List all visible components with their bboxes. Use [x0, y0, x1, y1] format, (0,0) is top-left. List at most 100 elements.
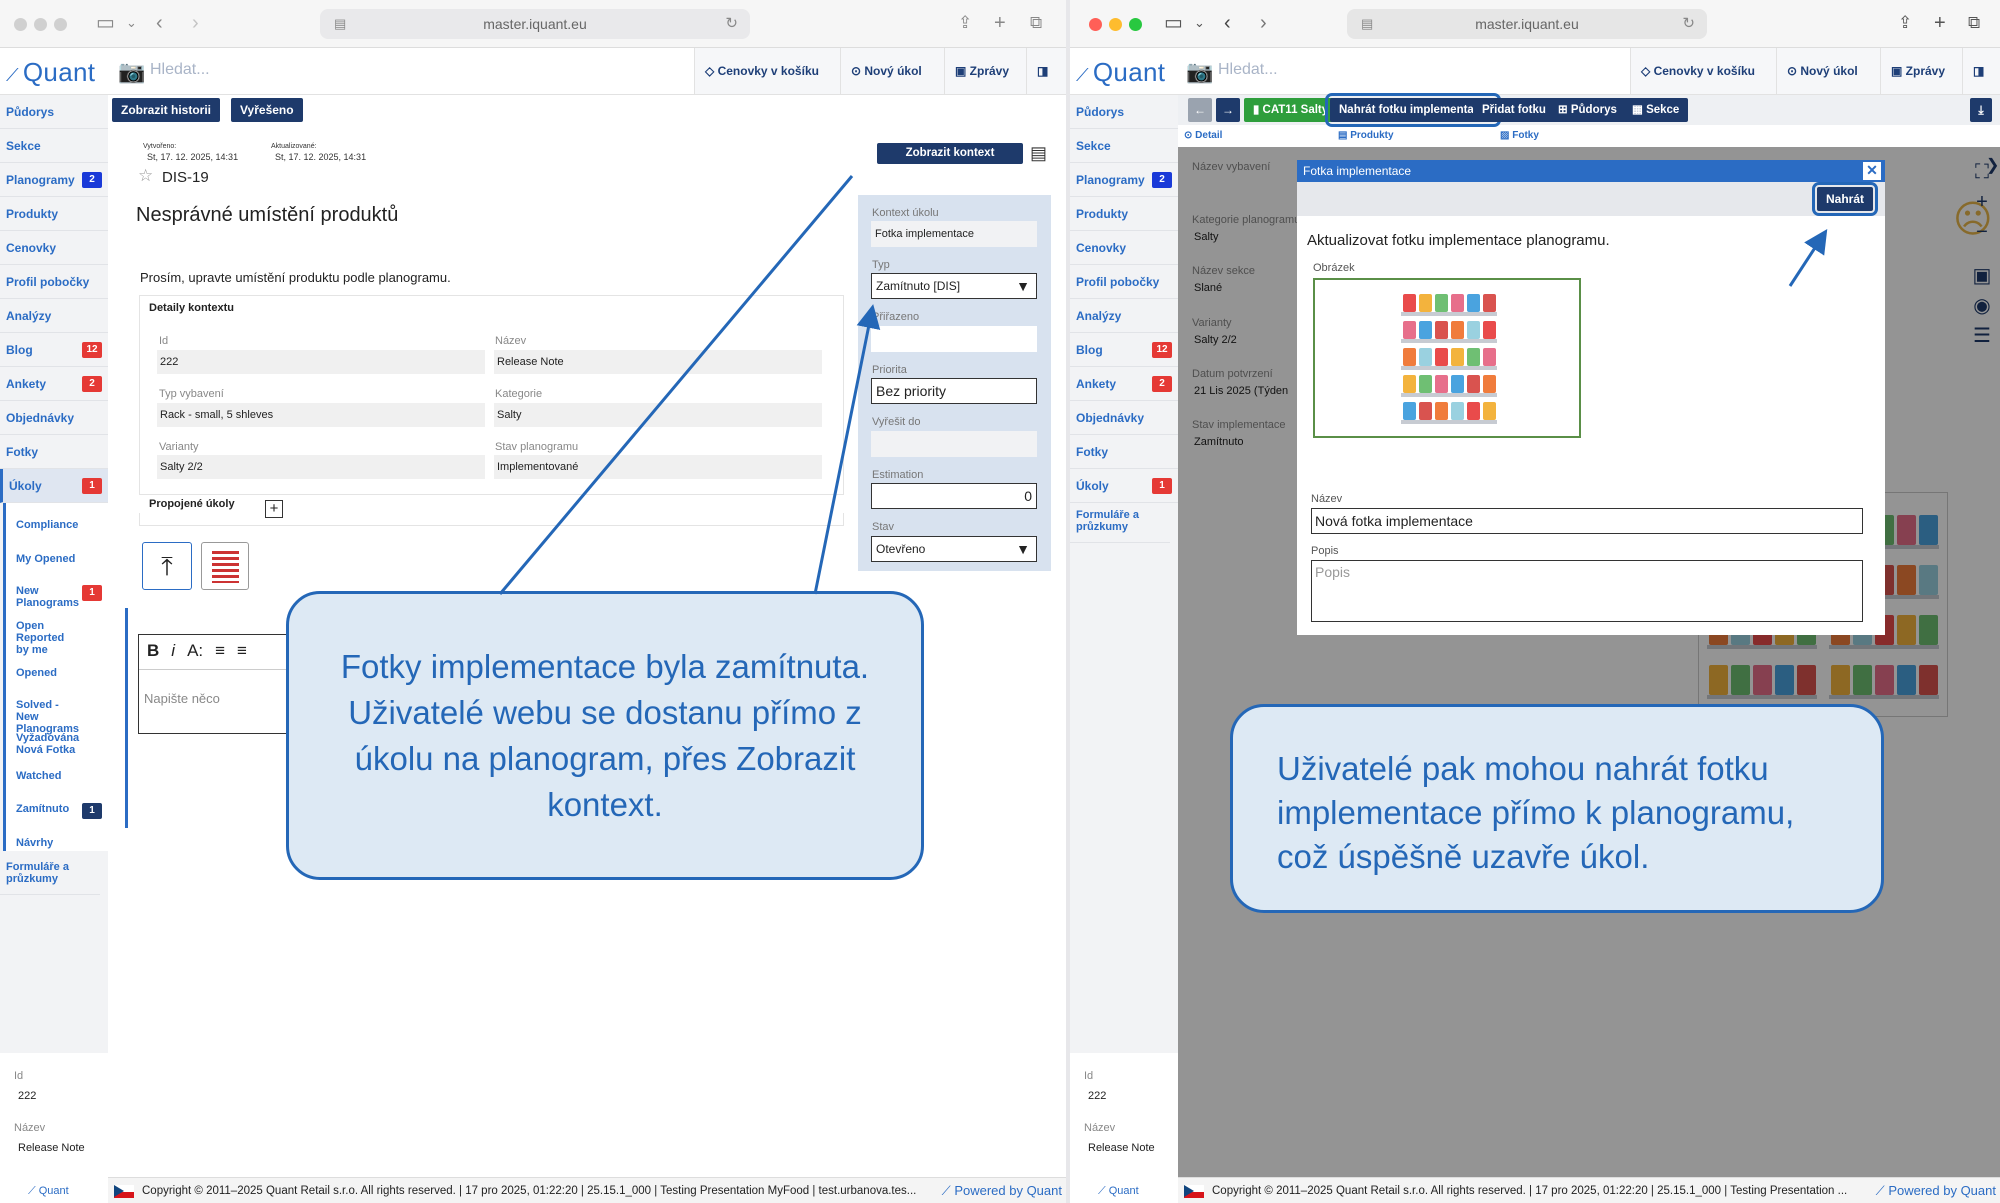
download-icon[interactable]: ⤓ [1970, 98, 1992, 122]
sidebar-item-10[interactable]: Fotky [0, 435, 108, 469]
editor-tool-3[interactable]: ≡ [215, 641, 225, 660]
sidebar-toggle-icon[interactable]: ▭ [96, 12, 115, 34]
submenu-item[interactable]: Návrhy [16, 837, 80, 849]
stav-select[interactable]: Otevřeno ▼ [871, 536, 1037, 562]
tab-produkty[interactable]: ▤ Produkty [1338, 130, 1394, 141]
star-icon[interactable]: ☆ [138, 166, 153, 186]
address-bar[interactable]: ▤ master.iquant.eu ↻ [320, 9, 750, 39]
sidebar-item-3[interactable]: Produkty [1070, 197, 1178, 231]
arrow-left-icon[interactable]: ← [1188, 98, 1212, 122]
forward-icon[interactable]: › [1260, 12, 1267, 34]
tabs-overview-icon[interactable]: ⧉ [1030, 12, 1042, 34]
comments-icon[interactable]: ▤ [1030, 143, 1047, 164]
novy-ukol-button[interactable]: ⊙ Nový úkol [1776, 48, 1880, 94]
new-tab-icon[interactable]: + [1934, 12, 1946, 34]
zpravy-button[interactable]: ▣ Zprávy [944, 48, 1026, 94]
page-settings-icon[interactable]: ▤ [1361, 9, 1373, 39]
sidebar-item-9[interactable]: Objednávky [1070, 401, 1178, 435]
sidebar-item-11[interactable]: Úkoly 1 [1070, 469, 1178, 503]
submenu-item[interactable]: Vyžadována Nová Fotka [16, 732, 80, 756]
sidebar-item-4[interactable]: Cenovky [0, 231, 108, 265]
arrow-right-icon[interactable]: → [1216, 98, 1240, 122]
novy-ukol-button[interactable]: ⊙ Nový úkol [840, 48, 944, 94]
powered-by-link[interactable]: ⟋ Powered by Quant [1871, 1178, 1996, 1203]
sidebar-item-11[interactable]: Úkoly 1 [0, 469, 108, 503]
sidebar-item-2[interactable]: Planogramy 2 [1070, 163, 1178, 197]
sidebar-item-5[interactable]: Profil pobočky [0, 265, 108, 299]
profile-icon[interactable]: ◨ [1962, 48, 2000, 94]
quant-logo[interactable]: ⟋ Quant [1076, 57, 1165, 88]
cenovky-button[interactable]: ◇ Cenovky v košíku [694, 48, 840, 94]
back-icon[interactable]: ‹ [1224, 12, 1231, 34]
typ-select[interactable]: Zamítnuto [DIS] ▼ [871, 273, 1037, 299]
editor-tool-1[interactable]: i [171, 641, 175, 660]
share-icon[interactable]: ⇪ [1898, 12, 1912, 34]
tabs-overview-icon[interactable]: ⧉ [1968, 12, 1980, 34]
upload-attachment-icon[interactable]: ⤒ [142, 542, 192, 590]
zpravy-button[interactable]: ▣ Zprávy [1880, 48, 1962, 94]
search-input[interactable]: Hledat... [1218, 61, 1278, 79]
powered-by-link[interactable]: ⟋ Powered by Quant [942, 1178, 1062, 1203]
description-input[interactable]: Popis [1311, 560, 1863, 622]
czech-flag-icon[interactable] [1184, 1185, 1204, 1198]
sidebar-item-3[interactable]: Produkty [0, 197, 108, 231]
address-bar[interactable]: ▤ master.iquant.eu ↻ [1347, 9, 1707, 39]
footer-logo[interactable]: ⟋ Quant [1098, 1185, 1139, 1198]
sidebar-item-forms[interactable]: Formuláře a průzkumy [1070, 503, 1170, 543]
share-icon[interactable]: ⇪ [958, 12, 972, 34]
close-window-dot[interactable] [1089, 18, 1102, 31]
sidebar-item-4[interactable]: Cenovky [1070, 231, 1178, 265]
pudorys-button[interactable]: ⊞ Půdorys [1549, 98, 1626, 122]
profile-icon[interactable]: ◨ [1026, 48, 1066, 94]
czech-flag-icon[interactable] [114, 1185, 134, 1198]
show-history-button[interactable]: Zobrazit historii [112, 98, 220, 122]
submenu-item[interactable]: Opened [16, 667, 80, 679]
chevron-down-icon[interactable]: ⌄ [1194, 12, 1205, 34]
editor-tool-4[interactable]: ≡ [237, 641, 247, 660]
cenovky-button[interactable]: ◇ Cenovky v košíku [1630, 48, 1776, 94]
sidebar-item-2[interactable]: Planogramy 2 [0, 163, 108, 197]
submenu-item[interactable]: My Opened [16, 553, 80, 565]
show-context-button[interactable]: Zobrazit kontext [877, 143, 1023, 164]
sidebar-item-1[interactable]: Sekce [0, 129, 108, 163]
sidebar-item-7[interactable]: Blog 12 [0, 333, 108, 367]
priorita-select[interactable]: Bez priority [871, 378, 1037, 404]
estimation-input[interactable]: 0 [871, 483, 1037, 509]
tab-fotky[interactable]: ▨ Fotky [1500, 130, 1539, 141]
camera-icon[interactable]: 📷 [118, 59, 145, 85]
close-window-dot[interactable] [14, 18, 27, 31]
editor-tool-2[interactable]: A: [187, 641, 203, 660]
name-input[interactable]: Nová fotka implementace [1311, 508, 1863, 534]
prirazeno-input[interactable] [871, 326, 1037, 352]
category-badge[interactable]: ▮ CAT11 Salty [1244, 98, 1338, 122]
zoom-window-dot[interactable] [1129, 18, 1142, 31]
sidebar-item-6[interactable]: Analýzy [1070, 299, 1178, 333]
chevron-down-icon[interactable]: ⌄ [126, 12, 137, 34]
minimize-window-dot[interactable] [34, 18, 47, 31]
sidebar-item-8[interactable]: Ankety 2 [1070, 367, 1178, 401]
reload-icon[interactable]: ↻ [725, 9, 738, 39]
upload-implementation-photo-button[interactable]: Nahrát fotku implementace [1325, 93, 1501, 127]
sidebar-item-5[interactable]: Profil pobočky [1070, 265, 1178, 299]
editor-tool-0[interactable]: B [147, 641, 159, 660]
solved-button[interactable]: Vyřešeno [231, 98, 303, 122]
close-icon[interactable]: ✕ [1863, 162, 1881, 180]
sidebar-item-0[interactable]: Půdorys [0, 95, 108, 129]
footer-logo[interactable]: ⟋ Quant [28, 1185, 69, 1198]
submenu-item[interactable]: Compliance [16, 519, 80, 531]
sidebar-item-8[interactable]: Ankety 2 [0, 367, 108, 401]
tab-detail[interactable]: ⊙ Detail [1184, 130, 1222, 141]
submenu-item[interactable]: Open Reported by me [16, 620, 80, 656]
upload-button[interactable]: Nahrát [1811, 182, 1879, 216]
minimize-window-dot[interactable] [1109, 18, 1122, 31]
vyresit-do-input[interactable] [871, 431, 1037, 457]
submenu-item[interactable]: Solved - New Planograms [16, 699, 80, 735]
reload-icon[interactable]: ↻ [1682, 9, 1695, 39]
new-tab-icon[interactable]: + [994, 12, 1006, 34]
submenu-item[interactable]: Watched [16, 770, 80, 782]
sekce-button[interactable]: ▦ Sekce [1623, 98, 1689, 122]
sidebar-item-10[interactable]: Fotky [1070, 435, 1178, 469]
quant-logo[interactable]: ⟋ Quant [6, 57, 95, 88]
page-settings-icon[interactable]: ▤ [334, 9, 346, 39]
sidebar-item-6[interactable]: Analýzy [0, 299, 108, 333]
